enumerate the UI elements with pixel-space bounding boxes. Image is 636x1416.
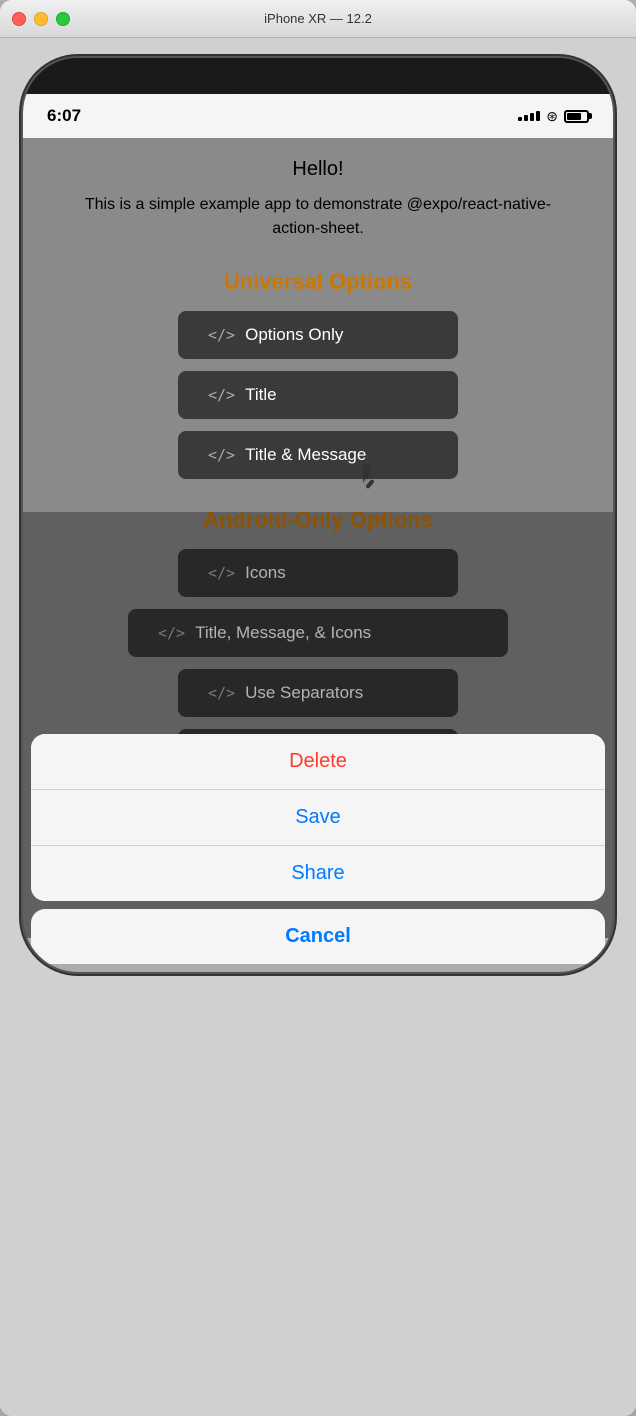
code-icon-3: </> bbox=[208, 446, 235, 464]
action-sheet-overlay: Delete Save Share Cancel bbox=[23, 512, 613, 972]
title-label: Title bbox=[245, 385, 277, 405]
signal-bar-2 bbox=[524, 115, 528, 121]
signal-bar-3 bbox=[530, 113, 534, 121]
options-only-label: Options Only bbox=[245, 325, 343, 345]
wifi-icon: ⊛ bbox=[546, 108, 558, 125]
battery-icon bbox=[564, 110, 589, 123]
notch-area bbox=[23, 58, 613, 94]
notch bbox=[218, 64, 418, 94]
signal-bar-1 bbox=[518, 117, 522, 121]
action-sheet-wrapper: Delete Save Share Cancel bbox=[23, 734, 613, 972]
status-time: 6:07 bbox=[47, 106, 81, 126]
iphone-frame: 6:07 ⊛ Hello! This is a s bbox=[23, 58, 613, 972]
iphone-container: 6:07 ⊛ Hello! This is a s bbox=[0, 38, 636, 1416]
universal-options-group: </> Options Only </> Title </> Title & M… bbox=[43, 311, 593, 479]
maximize-button[interactable] bbox=[56, 12, 70, 26]
action-sheet-save-button[interactable]: Save bbox=[31, 789, 605, 845]
description-text: This is a simple example app to demonstr… bbox=[78, 193, 558, 241]
mac-window: iPhone XR — 12.2 6:07 ⊛ bbox=[0, 0, 636, 1416]
signal-bar-4 bbox=[536, 111, 540, 121]
action-sheet-delete-button[interactable]: Delete bbox=[31, 734, 605, 789]
close-button[interactable] bbox=[12, 12, 26, 26]
hello-heading: Hello! bbox=[292, 158, 343, 181]
action-sheet-cancel-button[interactable]: Cancel bbox=[31, 909, 605, 964]
action-sheet-group: Delete Save Share bbox=[31, 734, 605, 901]
title-button[interactable]: </> Title bbox=[178, 371, 458, 419]
code-icon-1: </> bbox=[208, 326, 235, 344]
status-bar: 6:07 ⊛ bbox=[23, 94, 613, 138]
code-icon-2: </> bbox=[208, 386, 235, 404]
title-bar: iPhone XR — 12.2 bbox=[0, 0, 636, 38]
title-message-label: Title & Message bbox=[245, 445, 366, 465]
minimize-button[interactable] bbox=[34, 12, 48, 26]
action-sheet-cancel-group: Cancel bbox=[31, 909, 605, 964]
section-title-universal: Universal Options bbox=[224, 269, 412, 295]
status-icons: ⊛ bbox=[518, 108, 589, 125]
action-sheet-share-button[interactable]: Share bbox=[31, 845, 605, 901]
battery-fill bbox=[567, 113, 581, 120]
signal-icon bbox=[518, 111, 540, 121]
traffic-lights bbox=[12, 12, 70, 26]
window-title: iPhone XR — 12.2 bbox=[264, 11, 372, 26]
title-message-button[interactable]: </> Title & Message bbox=[178, 431, 458, 479]
options-only-button[interactable]: </> Options Only bbox=[178, 311, 458, 359]
